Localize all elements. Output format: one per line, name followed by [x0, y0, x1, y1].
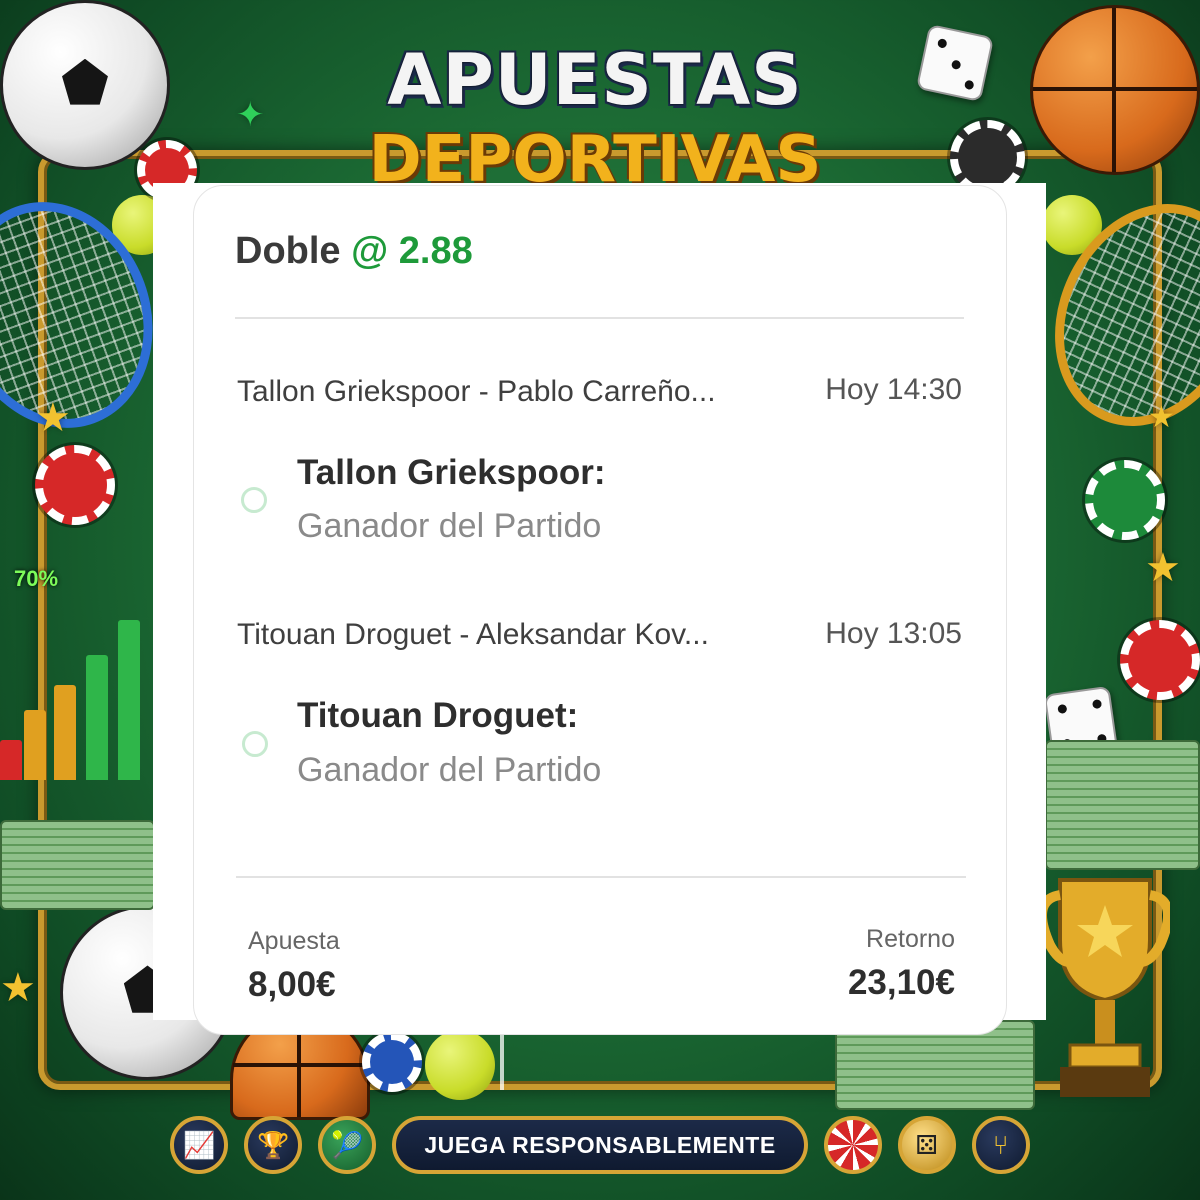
event-name: Titouan Droguet - Aleksandar Kov...: [237, 618, 709, 651]
selection-name: Titouan Droguet:: [297, 696, 579, 735]
trophy-icon[interactable]: 🏆: [244, 1116, 303, 1174]
dice-icon: [915, 23, 995, 103]
star-icon: ★: [0, 966, 36, 1010]
growth-percent-label: 70%: [14, 566, 59, 591]
poker-chip-icon: [1120, 620, 1200, 700]
return-label: Retorno: [866, 925, 955, 953]
selection-market: Ganador del Partido: [297, 507, 602, 545]
selection-name: Tallon Griekspoor:: [297, 453, 606, 492]
chart-icon[interactable]: 📈: [170, 1116, 229, 1174]
share-icon[interactable]: ⑂: [971, 1116, 1030, 1174]
selection-radio[interactable]: [242, 731, 268, 757]
divider: [235, 317, 964, 319]
soccer-ball-icon: [0, 0, 170, 170]
return-value: 23,10€: [847, 963, 955, 1002]
poker-chip-icon: [362, 1032, 422, 1092]
basketball-icon: [1030, 5, 1200, 175]
event-time: Hoy 13:05: [825, 617, 962, 650]
bet-title: Doble @ 2.88: [235, 230, 473, 273]
bet-odds: @ 2.88: [351, 230, 473, 272]
star-icon: ★: [35, 396, 71, 440]
poker-chip-icon[interactable]: [823, 1116, 882, 1174]
bet-type-label: Doble: [235, 230, 341, 272]
event-time: Hoy 14:30: [825, 373, 962, 406]
money-stack-icon: [0, 820, 155, 910]
footer-bar: 📈 🏆 🎾 JUEGA RESPONSABLEMENTE ⚄ ⑂: [0, 1105, 1200, 1185]
tennis-ball-icon: [425, 1030, 495, 1100]
star-icon: ★: [1148, 401, 1175, 434]
star-icon: ★: [1145, 546, 1181, 590]
tennis-icon[interactable]: 🎾: [318, 1116, 377, 1174]
banner-title-line1: APUESTAS: [387, 39, 803, 121]
divider: [236, 876, 966, 878]
poker-chip-icon: [1085, 460, 1165, 540]
selection-radio[interactable]: [241, 487, 267, 513]
responsible-gaming-button[interactable]: JUEGA RESPONSABLEMENTE: [392, 1116, 808, 1174]
selection-market: Ganador del Partido: [297, 751, 602, 789]
stake-value: 8,00€: [248, 965, 336, 1004]
growth-bars-icon: [0, 610, 150, 780]
money-stack-icon: [1045, 740, 1200, 870]
stake-label: Apuesta: [248, 927, 340, 955]
event-name: Tallon Griekspoor - Pablo Carreño...: [237, 375, 716, 408]
title-banner: APUESTAS DEPORTIVAS: [345, 35, 845, 195]
poker-chip-icon: [35, 445, 115, 525]
star-icon: ✦: [236, 96, 265, 134]
dice-icon[interactable]: ⚄: [897, 1116, 956, 1174]
trophy-icon: [1040, 878, 1170, 1097]
bet-slip-card: [193, 185, 1007, 1035]
